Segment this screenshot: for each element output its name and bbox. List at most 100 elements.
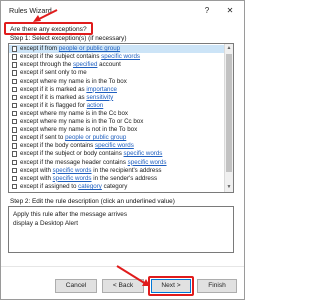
exception-label: except where my name is in the To box xyxy=(20,78,127,86)
exception-label: except through the specified account xyxy=(20,61,121,69)
exception-label: except if assigned to category category xyxy=(20,183,127,191)
exception-checkbox[interactable] xyxy=(12,46,18,52)
exception-checkbox[interactable] xyxy=(12,102,18,109)
exception-checkbox[interactable] xyxy=(12,62,18,68)
exception-checkbox[interactable] xyxy=(12,70,18,76)
exception-label: except where my name is not in the To bo… xyxy=(20,126,137,134)
exception-text: except if from xyxy=(20,45,59,53)
exception-label: except if it is marked as importance xyxy=(20,86,117,94)
exception-checkbox[interactable] xyxy=(12,86,18,93)
exception-checkbox[interactable] xyxy=(12,54,18,60)
exception-item[interactable]: except if it is flagged for action xyxy=(9,102,225,110)
rule-description-box[interactable]: Apply this rule after the message arrive… xyxy=(8,206,234,253)
exception-item[interactable]: except through the specified account xyxy=(9,61,225,69)
exception-text: except through the xyxy=(20,61,73,69)
exception-checkbox[interactable] xyxy=(12,151,18,157)
exception-value-link[interactable]: specific words xyxy=(95,142,134,149)
exception-text: except if it is marked as xyxy=(20,85,87,93)
exception-value-link[interactable]: specific words xyxy=(128,159,167,166)
exception-item[interactable]: except if sent only to me xyxy=(9,69,225,77)
exception-item[interactable]: except if the subject contains specific … xyxy=(9,53,225,61)
exception-item[interactable]: except where my name is in the To box xyxy=(9,77,225,85)
exception-label: except if the message header contains sp… xyxy=(20,159,167,167)
exception-text: except if assigned to xyxy=(20,182,79,190)
exception-text: except if the subject contains xyxy=(20,53,102,61)
exception-checkbox[interactable] xyxy=(12,167,18,174)
exception-value-link[interactable]: specific words xyxy=(53,167,92,174)
exception-text: in the sender's address xyxy=(91,174,158,182)
exception-item[interactable]: except if assigned to category category xyxy=(9,183,225,191)
exception-value-link[interactable]: people or public group xyxy=(59,45,120,52)
exception-text: except if the body contains xyxy=(20,142,95,150)
exception-item[interactable]: except if from people or public group xyxy=(9,45,225,54)
exception-checkbox[interactable] xyxy=(12,183,18,190)
description-line: Apply this rule after the message arrive… xyxy=(13,211,128,218)
exception-value-link[interactable]: sensitivity xyxy=(86,94,113,101)
scroll-up-arrow-icon[interactable]: ▲ xyxy=(225,44,233,53)
exception-item[interactable]: except if the body contains specific wor… xyxy=(9,142,225,150)
exception-item[interactable]: except if it is marked as sensitivity xyxy=(9,94,225,102)
exception-value-link[interactable]: specific words xyxy=(124,150,163,157)
help-button[interactable]: ? xyxy=(198,3,216,18)
exception-item[interactable]: except if it is marked as importance xyxy=(9,86,225,94)
exception-label: except if the subject contains specific … xyxy=(20,53,140,61)
exception-item[interactable]: except if the message header contains sp… xyxy=(9,158,225,166)
exception-label: except where my name is in the Cc box xyxy=(20,110,128,118)
cancel-button[interactable]: Cancel xyxy=(55,279,97,293)
exception-label: except if sent to people or public group xyxy=(20,134,126,142)
exception-label: except if the subject or body contains s… xyxy=(20,150,162,158)
exception-item[interactable]: except if the subject or body contains s… xyxy=(9,150,225,158)
exception-item[interactable]: except if sent to people or public group xyxy=(9,134,225,142)
exception-checkbox[interactable] xyxy=(12,159,18,165)
exception-text: except where my name is in the To box xyxy=(20,77,127,85)
exception-checkbox[interactable] xyxy=(12,78,18,84)
exception-text: except where my name is not in the To bo… xyxy=(20,126,138,134)
exception-item[interactable]: except where my name is in the Cc box xyxy=(9,110,225,118)
step2-label: Step 2: Edit the rule description (click… xyxy=(10,198,175,205)
scroll-down-arrow-icon[interactable]: ▼ xyxy=(225,183,233,192)
back-button[interactable]: < Back xyxy=(102,279,144,293)
exception-value-link[interactable]: specific words xyxy=(53,175,92,182)
exception-text: category xyxy=(101,182,128,190)
exception-checkbox[interactable] xyxy=(12,135,18,141)
exception-text: except if it is marked as xyxy=(20,93,87,101)
exception-checkbox[interactable] xyxy=(12,127,18,133)
exception-item[interactable]: except with specific words in the sender… xyxy=(9,175,225,183)
exception-label: except if from people or public group xyxy=(20,45,120,53)
exception-value-link[interactable]: importance xyxy=(86,86,117,93)
exception-label: except with specific words in the sender… xyxy=(20,175,157,183)
exception-text: account xyxy=(97,61,121,69)
scroll-thumb[interactable] xyxy=(226,54,232,172)
exceptions-scrollbar[interactable]: ▲ ▼ xyxy=(224,44,233,192)
exception-item[interactable]: except with specific words in the recipi… xyxy=(9,167,225,175)
exception-checkbox[interactable] xyxy=(12,110,18,117)
exception-text: except if sent only to me xyxy=(20,69,87,77)
next-highlight-box xyxy=(148,276,194,296)
exception-label: except if it is marked as sensitivity xyxy=(20,94,113,102)
rules-wizard-dialog: Rules Wizard ? ✕ Are there any exception… xyxy=(0,0,245,300)
title-bar: Rules Wizard ? ✕ xyxy=(1,1,244,20)
exception-label: except with specific words in the recipi… xyxy=(20,167,162,175)
exception-value-link[interactable]: specified xyxy=(73,61,97,68)
exception-checkbox[interactable] xyxy=(12,175,18,182)
exception-checkbox[interactable] xyxy=(12,94,18,101)
exception-item[interactable]: except where my name is in the To or Cc … xyxy=(9,118,225,126)
exception-checkbox[interactable] xyxy=(12,119,18,125)
exception-text: except if the message header contains xyxy=(20,158,128,166)
exception-checkbox[interactable] xyxy=(12,143,18,149)
exception-label: except if it is flagged for action xyxy=(20,102,103,110)
exception-value-link[interactable]: people or public group xyxy=(65,134,126,141)
exception-text: except if it is flagged for xyxy=(20,101,87,109)
exception-item[interactable]: except where my name is not in the To bo… xyxy=(9,126,225,134)
exception-text: in the recipient's address xyxy=(91,166,162,174)
exception-label: except where my name is in the To or Cc … xyxy=(20,118,143,126)
exception-value-link[interactable]: action xyxy=(87,102,104,109)
exception-value-link[interactable]: specific words xyxy=(101,53,140,60)
exception-text: except if sent to xyxy=(20,134,66,142)
exception-text: except with xyxy=(20,166,53,174)
finish-button[interactable]: Finish xyxy=(197,279,237,293)
exceptions-list[interactable]: except if from people or public group exc… xyxy=(8,43,234,193)
exception-value-link[interactable]: category xyxy=(78,183,102,190)
close-button[interactable]: ✕ xyxy=(219,3,241,18)
exception-text: except where my name is in the Cc box xyxy=(20,109,128,117)
